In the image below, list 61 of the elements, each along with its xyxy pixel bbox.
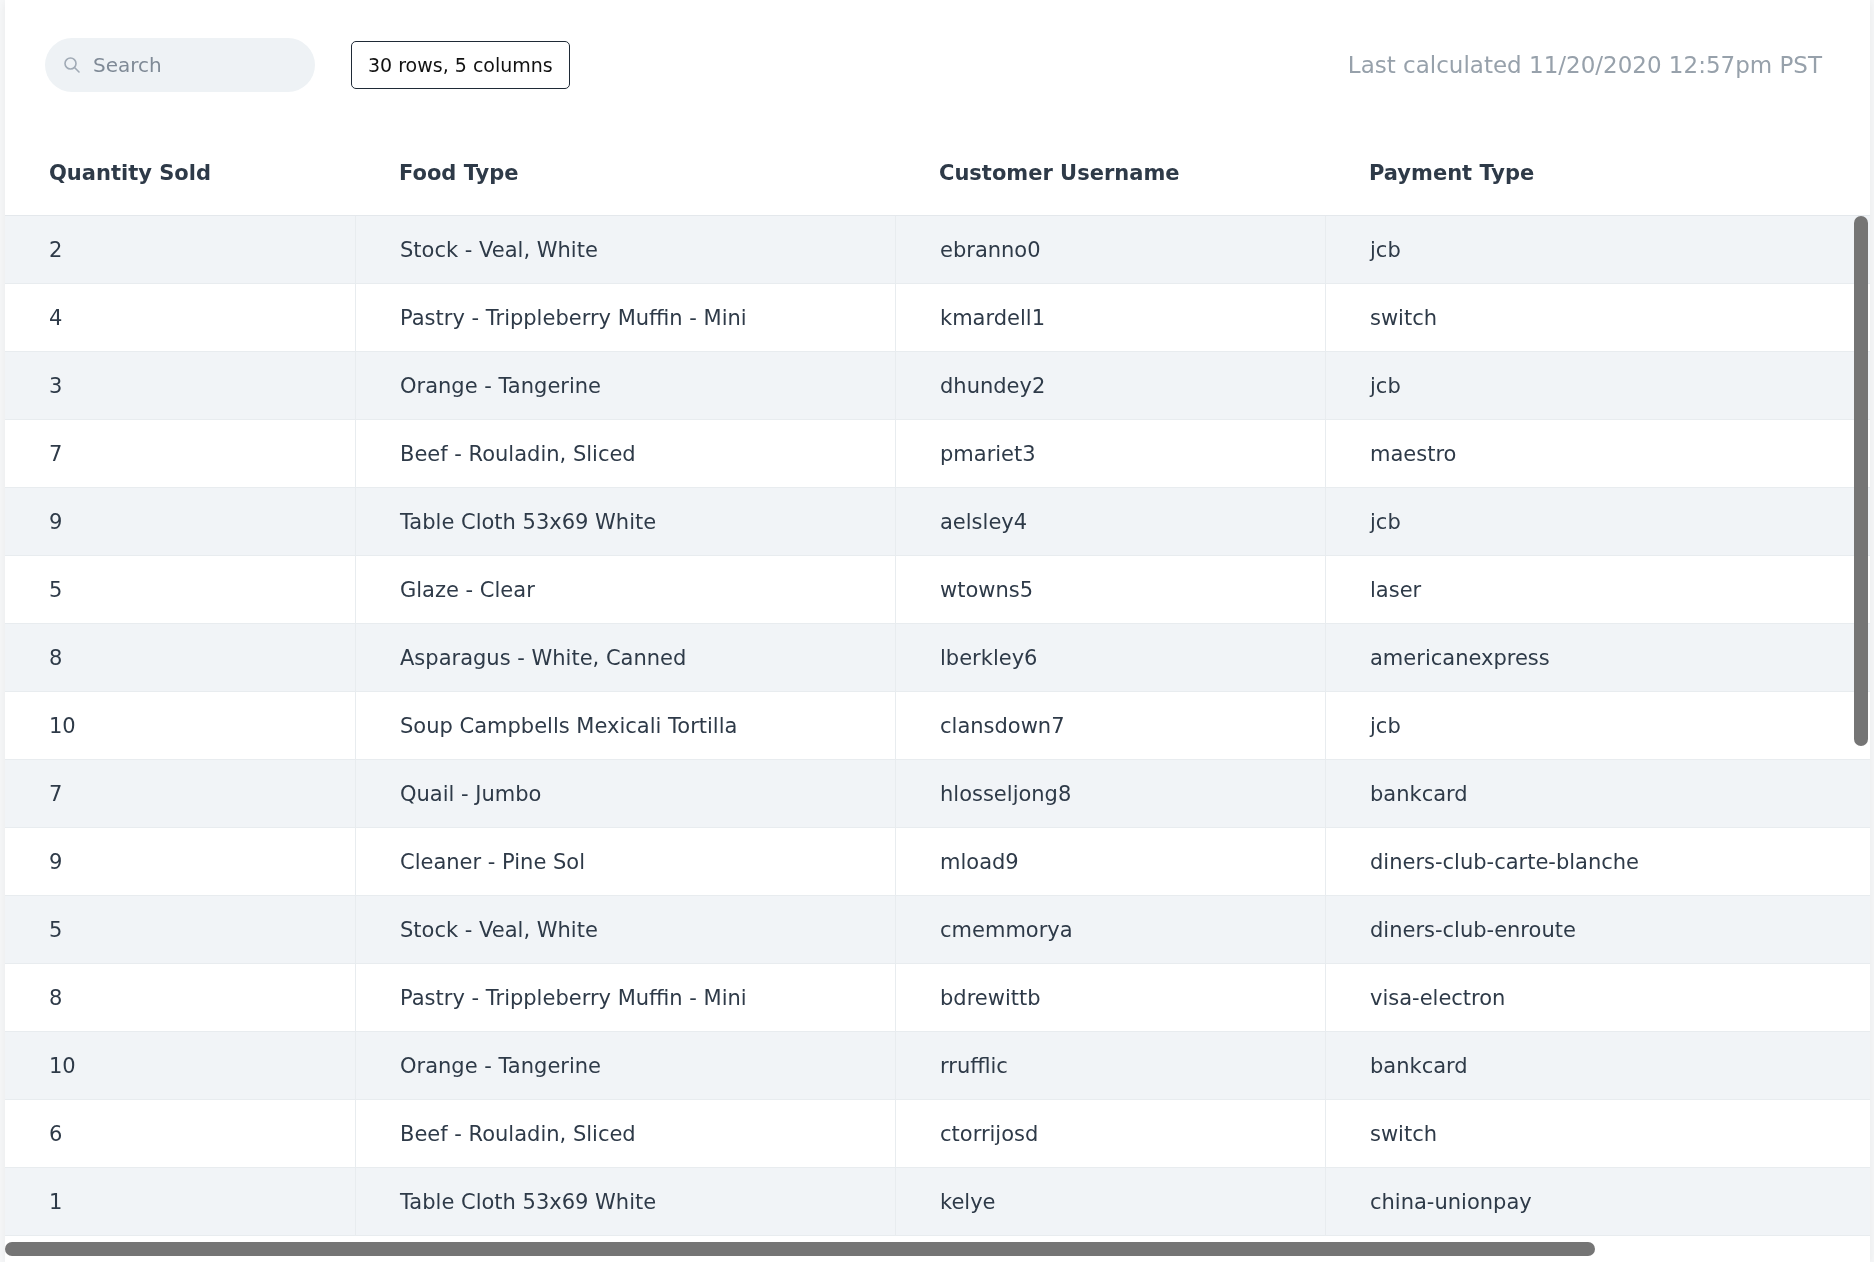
table-cell-text: 1 (48, 1188, 64, 1216)
table-cell: lberkley6 (895, 624, 1325, 691)
table-cell: aelsley4 (895, 488, 1325, 555)
table-cell: dhundey2 (895, 352, 1325, 419)
table-cell: Glaze - Clear (355, 556, 895, 623)
horizontal-scrollbar[interactable] (5, 1242, 1595, 1256)
table-cell: rrufflic (895, 1032, 1325, 1099)
column-header[interactable]: Payment Type (1325, 160, 1870, 185)
table-cell: Pastry - Trippleberry Muffin - Mini (355, 964, 895, 1031)
table-cell-text: 9 (48, 848, 64, 876)
table-cell: diners-club-carte-blanche (1325, 828, 1870, 895)
table-cell: Orange - Tangerine (355, 1032, 895, 1099)
table-cell: Beef - Rouladin, Sliced (355, 420, 895, 487)
table-cell: ebranno0 (895, 216, 1325, 283)
table-cell-text: 6 (48, 1120, 64, 1148)
table-cell-text: 5 (48, 916, 64, 944)
table-cell-text: 8 (48, 644, 64, 672)
table-cell: Soup Campbells Mexicali Tortilla (355, 692, 895, 759)
table-cell-text: 10 (48, 1052, 77, 1080)
column-header[interactable]: Customer Username (895, 160, 1325, 185)
table-cell: visa-electron (1325, 964, 1870, 1031)
table-cell: Cleaner - Pine Sol (355, 828, 895, 895)
table-cell: china-unionpay (1325, 1168, 1870, 1235)
table-cell-text: 7 (48, 780, 64, 808)
table-cell-text: 7 (48, 440, 64, 468)
table-cell: Beef - Rouladin, Sliced (355, 1100, 895, 1167)
table-cell: Table Cloth 53x69 White (355, 1168, 895, 1235)
table-cell-text: 10 (48, 712, 77, 740)
table-cell: Stock - Veal, White (355, 896, 895, 963)
table-cell: Stock - Veal, White (355, 216, 895, 283)
table-cell: hlosseljong8 (895, 760, 1325, 827)
table-cell: wtowns5 (895, 556, 1325, 623)
table-cell: cmemmorya (895, 896, 1325, 963)
table-cell: Table Cloth 53x69 White (355, 488, 895, 555)
table-cell: Orange - Tangerine (355, 352, 895, 419)
table-cell: switch (1325, 1100, 1870, 1167)
column-header[interactable]: Quantity Sold (5, 160, 355, 185)
table-cell: ctorrijosd (895, 1100, 1325, 1167)
table-cell-text: 5 (48, 576, 64, 604)
column-header[interactable]: Food Type (355, 160, 895, 185)
table-cell-text: 2 (48, 236, 64, 264)
search-field[interactable]: Search (45, 38, 315, 92)
table-cell: Quail - Jumbo (355, 760, 895, 827)
table-cell-text: 8 (48, 984, 64, 1012)
table-cell: mload9 (895, 828, 1325, 895)
table-cell: pmariet3 (895, 420, 1325, 487)
table-cell-text: 4 (48, 304, 64, 332)
table-cell: kmardell1 (895, 284, 1325, 351)
table-cell: Asparagus - White, Canned (355, 624, 895, 691)
table-cell: clansdown7 (895, 692, 1325, 759)
table-cell: bankcard (1325, 1032, 1870, 1099)
table-cell: diners-club-enroute (1325, 896, 1870, 963)
table-cell-text: 3 (48, 372, 64, 400)
table-cell-text: 9 (48, 508, 64, 536)
vertical-scrollbar[interactable] (1854, 216, 1868, 746)
table-cell: Pastry - Trippleberry Muffin - Mini (355, 284, 895, 351)
table-cell: kelye (895, 1168, 1325, 1235)
table-cell: bankcard (1325, 760, 1870, 827)
row-column-count: 30 rows, 5 columns (351, 41, 570, 89)
last-calculated-text: Last calculated 11/20/2020 12:57pm PST (1347, 52, 1822, 78)
table-cell: bdrewittb (895, 964, 1325, 1031)
